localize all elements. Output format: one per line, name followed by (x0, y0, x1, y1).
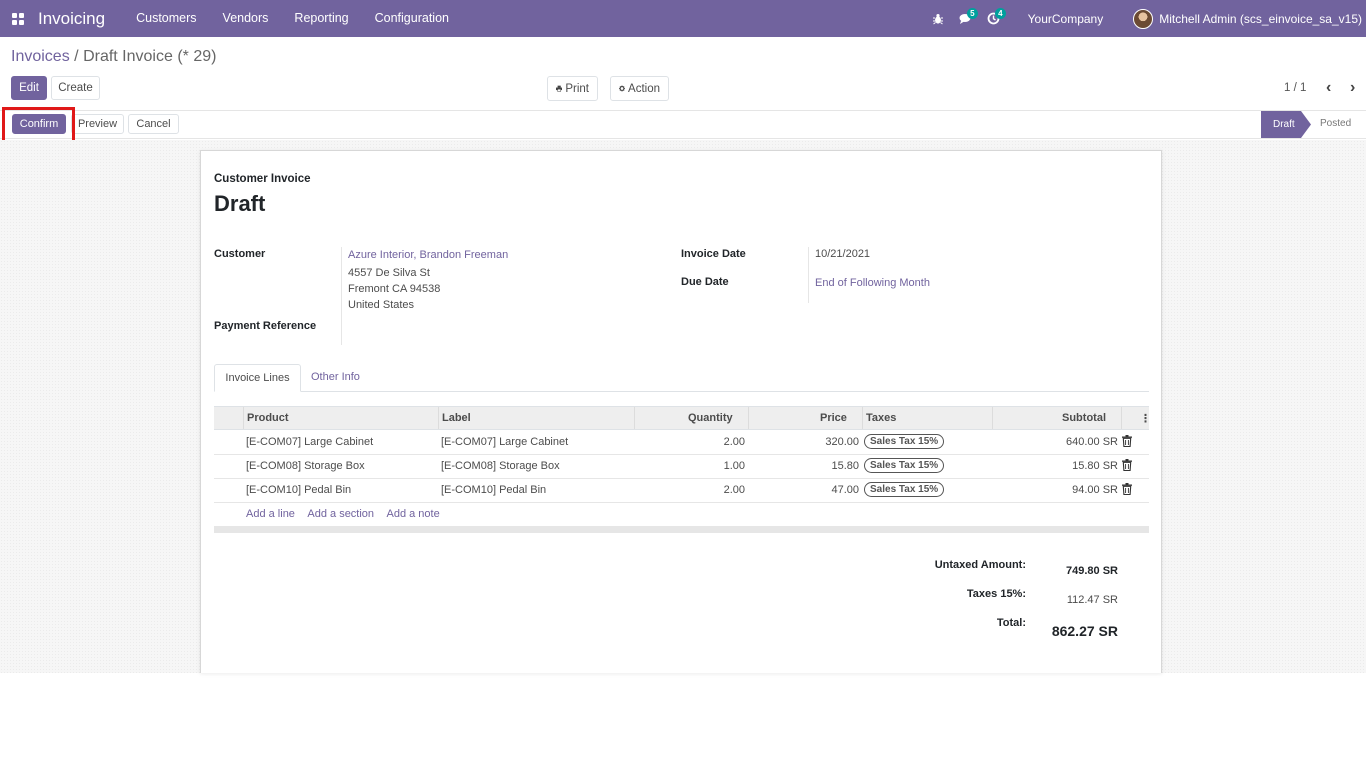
add-links: Add a line Add a section Add a note (246, 508, 450, 520)
column-label[interactable]: Label (442, 412, 471, 424)
apps-menu-icon[interactable] (0, 0, 36, 37)
column-product[interactable]: Product (247, 412, 289, 424)
action-button[interactable]: Action (610, 76, 669, 101)
stage-draft: Draft (1261, 111, 1311, 138)
menu-reporting[interactable]: Reporting (281, 0, 361, 37)
preview-button[interactable]: Preview (71, 114, 124, 134)
pager-next-chevron-icon[interactable]: › (1350, 79, 1355, 97)
address-city: Fremont CA 94538 (348, 283, 441, 295)
customer-label: Customer (214, 248, 266, 260)
tab-invoice-lines[interactable]: Invoice Lines (214, 364, 301, 392)
address-street: 4557 De Silva St (348, 267, 430, 279)
invoice-date-field[interactable]: 10/21/2021 (815, 248, 870, 260)
company-switcher[interactable]: YourCompany (1028, 12, 1104, 26)
main-menu: Customers Vendors Reporting Configuratio… (123, 0, 462, 37)
tab-other-info[interactable]: Other Info (311, 371, 360, 383)
debug-bug-icon[interactable] (924, 0, 952, 37)
add-section-link[interactable]: Add a section (307, 508, 374, 520)
cell-label: [E-COM07] Large Cabinet (441, 436, 569, 448)
breadcrumb-invoices-link[interactable]: Invoices (11, 48, 70, 65)
cell-product: [E-COM10] Pedal Bin (246, 484, 352, 496)
tax-tag: Sales Tax 15% (864, 458, 945, 473)
menu-vendors[interactable]: Vendors (210, 0, 282, 37)
pager-value[interactable]: 1 / 1 (1284, 82, 1306, 94)
customer-field[interactable]: Azure Interior, Brandon Freeman (348, 249, 508, 261)
cell-product: [E-COM08] Storage Box (246, 460, 365, 472)
menu-customers[interactable]: Customers (123, 0, 209, 37)
cell-quantity: 2.00 (723, 484, 745, 496)
stage-posted[interactable]: Posted (1320, 118, 1351, 129)
gear-icon (619, 85, 626, 92)
top-navbar: Invoicing Customers Vendors Reporting Co… (0, 0, 1366, 37)
activities-badge: 4 (995, 8, 1006, 19)
cell-price: 15.80 (831, 460, 859, 472)
cell-subtotal: 640.00 SR (1066, 436, 1118, 448)
tabs-divider (214, 391, 1149, 392)
activities-clock-icon[interactable]: 4 (980, 0, 1008, 37)
tax-tag: Sales Tax 15% (864, 482, 945, 497)
cell-price: 320.00 (825, 436, 859, 448)
column-price[interactable]: Price (820, 412, 847, 424)
trash-icon[interactable] (1122, 483, 1132, 495)
breadcrumb-current: Draft Invoice (* 29) (83, 48, 217, 65)
navbar-systray: 5 4 YourCompany Mitchell Admin (scs_einv… (924, 0, 1366, 37)
invoice-title: Draft (214, 191, 266, 216)
add-line-link[interactable]: Add a line (246, 508, 295, 520)
cell-quantity: 1.00 (723, 460, 745, 472)
column-subtotal[interactable]: Subtotal (1062, 412, 1106, 424)
create-button[interactable]: Create (51, 76, 100, 100)
column-taxes[interactable]: Taxes (866, 412, 896, 424)
table-row[interactable]: [E-COM10] Pedal Bin [E-COM10] Pedal Bin … (214, 479, 1149, 503)
trash-icon[interactable] (1122, 459, 1132, 471)
due-date-label: Due Date (681, 276, 729, 288)
cell-label: [E-COM08] Storage Box (441, 460, 560, 472)
cell-quantity: 2.00 (723, 436, 745, 448)
cell-label: [E-COM10] Pedal Bin (441, 484, 547, 496)
pager-previous-chevron-icon[interactable]: ‹ (1326, 79, 1331, 97)
document-type: Customer Invoice (214, 173, 311, 185)
cell-product: [E-COM07] Large Cabinet (246, 436, 374, 448)
print-button[interactable]: Print (547, 76, 598, 101)
optional-columns-kebab-icon[interactable]: ⋮ (1140, 412, 1151, 425)
cell-subtotal: 94.00 SR (1072, 484, 1118, 496)
messages-icon[interactable]: 5 (952, 0, 980, 37)
messages-badge: 5 (967, 8, 978, 19)
user-menu[interactable]: Mitchell Admin (scs_einvoice_sa_v15) (1133, 8, 1366, 29)
edit-button[interactable]: Edit (11, 76, 47, 100)
print-label: Print (565, 82, 589, 95)
table-row[interactable]: [E-COM08] Storage Box [E-COM08] Storage … (214, 455, 1149, 479)
invoice-sheet: Customer Invoice Draft Customer Azure In… (200, 150, 1162, 673)
due-date-field[interactable]: End of Following Month (815, 277, 930, 289)
confirm-button[interactable]: Confirm (12, 114, 66, 134)
user-name: Mitchell Admin (scs_einvoice_sa_v15) (1159, 11, 1362, 26)
cell-subtotal: 15.80 SR (1072, 460, 1118, 472)
menu-configuration[interactable]: Configuration (362, 0, 462, 37)
breadcrumb-separator: / (74, 48, 79, 65)
column-quantity[interactable]: Quantity (688, 412, 733, 424)
app-name[interactable]: Invoicing (38, 9, 105, 29)
table-footer (214, 526, 1149, 533)
avatar (1133, 8, 1154, 29)
taxes-value: 112.47 SR (1066, 594, 1118, 606)
table-row[interactable]: [E-COM07] Large Cabinet [E-COM07] Large … (214, 431, 1149, 455)
cell-price: 47.00 (831, 484, 859, 496)
add-note-link[interactable]: Add a note (387, 508, 440, 520)
action-label: Action (628, 82, 660, 95)
untaxed-amount-value: 749.80 SR (1066, 565, 1118, 577)
breadcrumb: Invoices / Draft Invoice (* 29) (11, 48, 216, 66)
cancel-button[interactable]: Cancel (128, 114, 179, 134)
printer-icon (556, 85, 563, 92)
total-value: 862.27 SR (1051, 623, 1118, 639)
payment-reference-label: Payment Reference (214, 320, 317, 332)
address-country: United States (348, 299, 415, 311)
trash-icon[interactable] (1122, 435, 1132, 447)
table-header: Product Label Quantity Price Taxes Subto… (214, 406, 1151, 430)
statusbar (0, 110, 1366, 139)
invoice-date-label: Invoice Date (681, 248, 746, 260)
tax-tag: Sales Tax 15% (864, 434, 945, 449)
